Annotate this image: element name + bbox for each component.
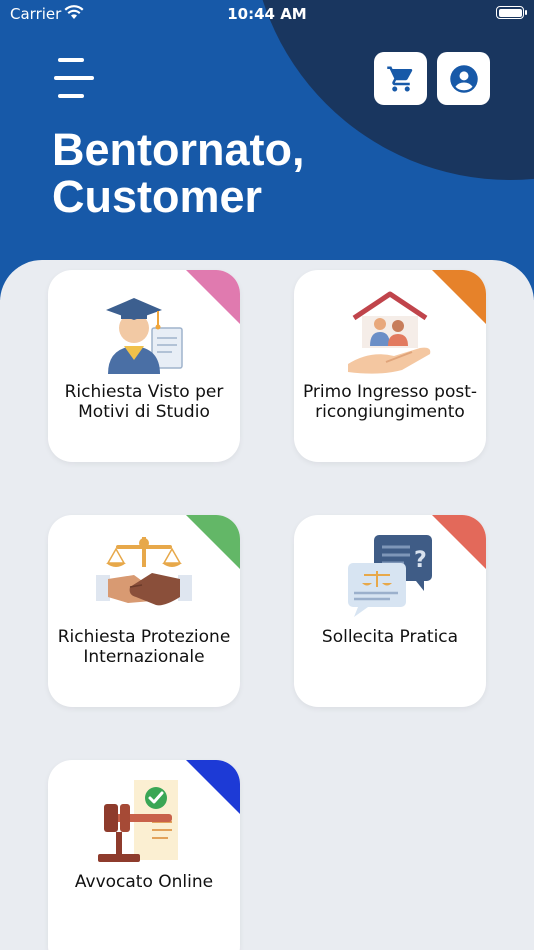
battery-icon (496, 6, 527, 19)
chat-bubbles-icon: ? (348, 535, 432, 617)
service-card-study-visa[interactable]: Richiesta Visto per Motivi di Studio (48, 270, 240, 462)
card-accent (186, 760, 240, 814)
greeting-line-2: Customer (52, 171, 263, 222)
clock: 10:44 AM (227, 5, 307, 23)
gavel-document-icon (98, 780, 178, 862)
profile-button[interactable] (437, 52, 490, 105)
greeting-line-1: Bentornato, (52, 124, 305, 175)
service-card-solicit-practice[interactable]: ? Sollecita Pratica (294, 515, 486, 707)
service-card-label: Avvocato Online (74, 872, 214, 892)
cart-button[interactable] (374, 52, 427, 105)
hamburger-menu-icon[interactable] (54, 58, 98, 100)
card-accent (432, 270, 486, 324)
card-accent (186, 270, 240, 324)
services-panel: Richiesta Visto per Motivi di Studio Pri… (0, 260, 534, 950)
graduate-icon (106, 298, 183, 374)
greeting-title: Bentornato, Customer (52, 126, 305, 220)
status-bar: Carrier 10:44 AM (0, 0, 534, 28)
card-accent (186, 515, 240, 569)
service-card-first-entry[interactable]: Primo Ingresso post-ricongiungimento (294, 270, 486, 462)
service-card-international-protection[interactable]: Richiesta Protezione Internazionale (48, 515, 240, 707)
service-card-online-lawyer[interactable]: Avvocato Online (48, 760, 240, 950)
family-house-icon (348, 291, 431, 374)
service-card-label: Richiesta Visto per Motivi di Studio (64, 382, 224, 422)
account-circle-icon (449, 64, 478, 93)
cart-icon (386, 66, 412, 91)
service-card-label: Richiesta Protezione Internazionale (57, 627, 231, 667)
justice-handshake-icon (96, 537, 192, 606)
card-accent (432, 515, 486, 569)
svg-text:?: ? (414, 548, 427, 573)
service-card-label: Sollecita Pratica (321, 627, 459, 647)
service-card-label: Primo Ingresso post-ricongiungimento (302, 382, 478, 422)
